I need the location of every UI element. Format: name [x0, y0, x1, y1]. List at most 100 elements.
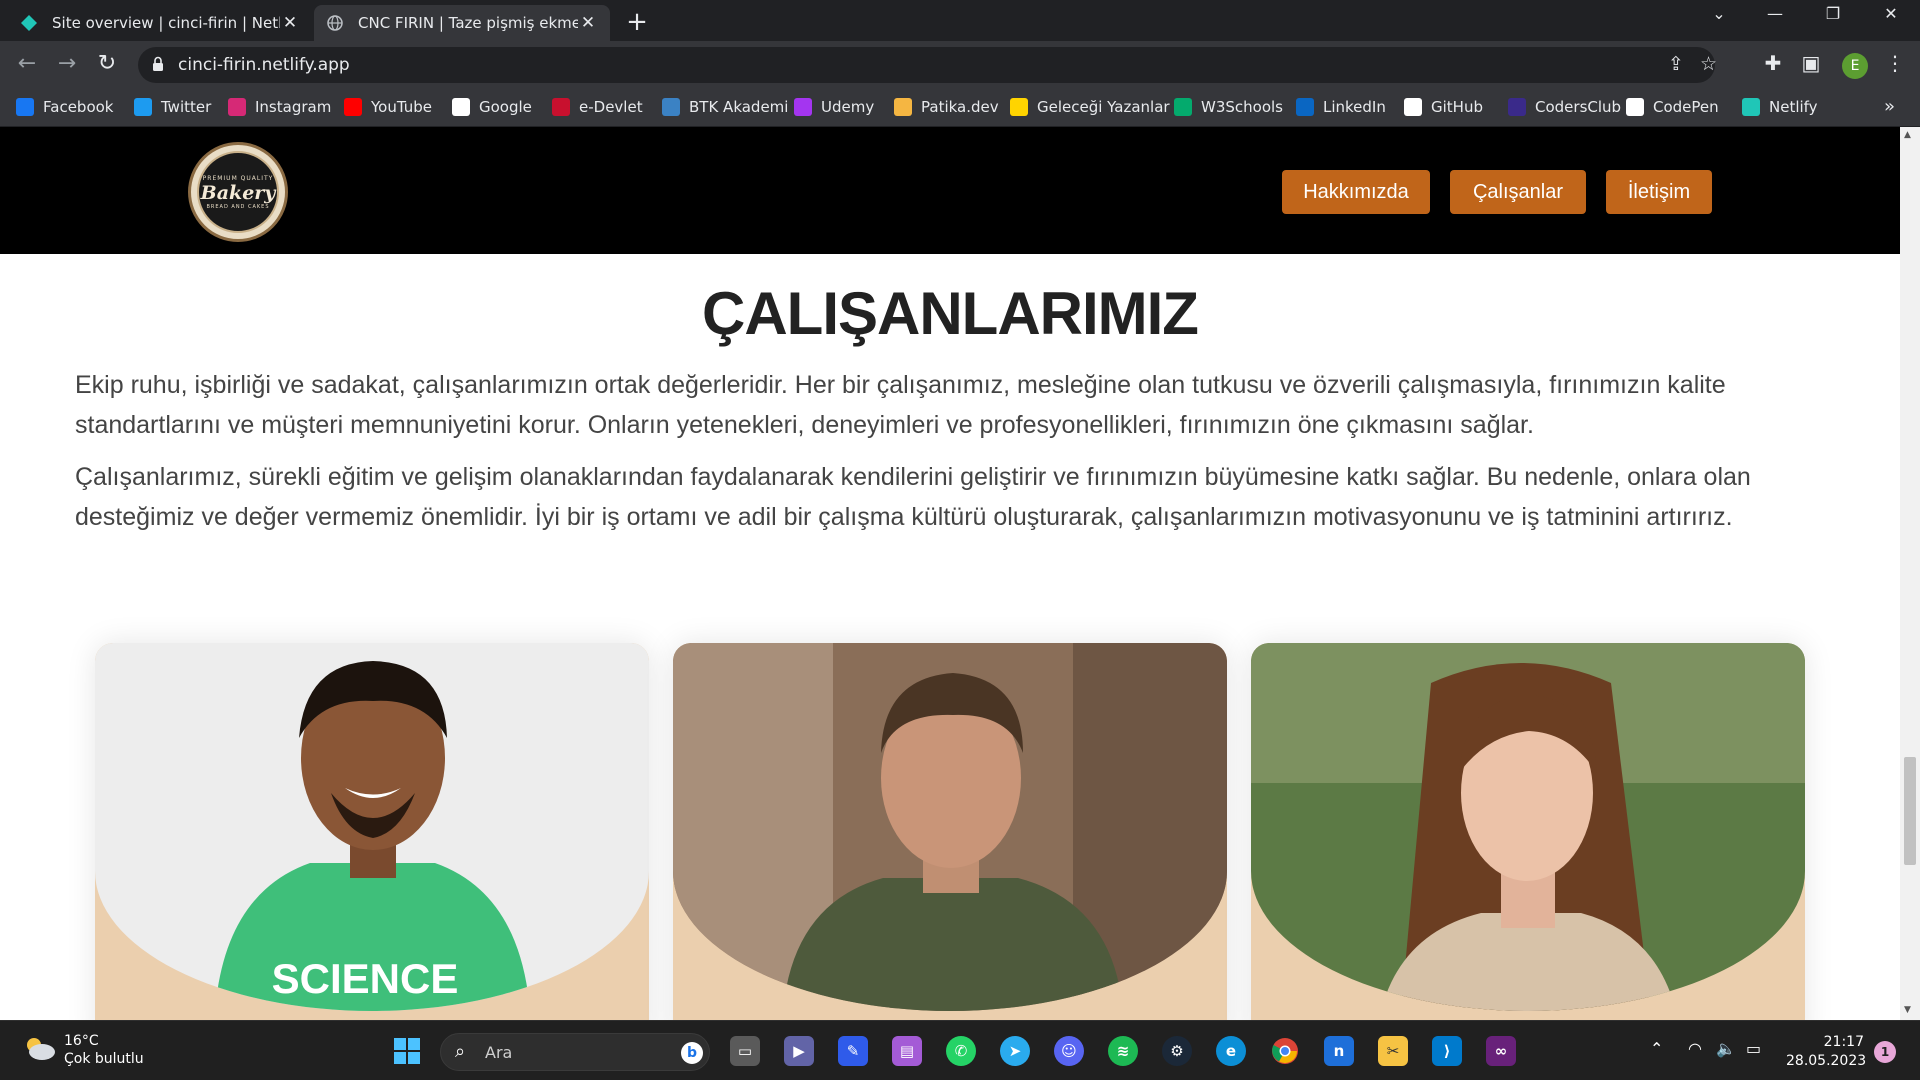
window-close-icon[interactable]: ✕ — [1876, 4, 1906, 23]
notion-n-icon[interactable]: n — [1324, 1036, 1354, 1066]
vscode-icon[interactable]: ⟩ — [1432, 1036, 1462, 1066]
bookmark-codersclub[interactable]: CodersClub — [1508, 98, 1621, 116]
edevlet-icon — [552, 98, 570, 116]
employee-card — [673, 643, 1227, 1020]
bookmark-netlify[interactable]: Netlify — [1742, 98, 1818, 116]
whatsapp-icon[interactable]: ✆ — [946, 1036, 976, 1066]
clock-time: 21:17 — [1823, 1034, 1864, 1050]
wifi-icon[interactable]: ◠ — [1688, 1039, 1702, 1058]
tab-cnc-firin[interactable]: CNC FIRIN | Taze pişmiş ekmekler ✕ — [314, 5, 610, 41]
bookmark-label: Netlify — [1769, 98, 1818, 116]
windows-taskbar: 16°C Çok bulutlu ⌕ Ara b ▭ ▶ ✎ ▤ ✆ ➤ ☺ ≋… — [0, 1020, 1920, 1080]
bookmark-google[interactable]: Google — [452, 98, 532, 116]
forward-icon[interactable]: → — [52, 51, 82, 76]
weather-widget[interactable]: 16°C Çok bulutlu — [22, 1032, 144, 1068]
facebook-icon — [16, 98, 34, 116]
chrome-icon[interactable] — [1270, 1036, 1300, 1066]
bookmark-label: YouTube — [371, 98, 432, 116]
page-viewport: PREMIUM QUALITY Bakery BREAD AND CAKES H… — [0, 127, 1920, 1020]
bookmark-youtube[interactable]: YouTube — [344, 98, 432, 116]
youtube-icon — [344, 98, 362, 116]
bookmark-udemy[interactable]: Udemy — [794, 98, 874, 116]
menu-dots-icon[interactable]: ⋮ — [1880, 51, 1910, 75]
bookmark-linkedin[interactable]: LinkedIn — [1296, 98, 1386, 116]
bookmark-label: Geleceği Yazanlar — [1037, 98, 1170, 116]
nav-employees-button[interactable]: Çalışanlar — [1450, 170, 1586, 214]
battery-icon[interactable]: ▭ — [1746, 1039, 1761, 1058]
scroll-down-icon[interactable]: ▼ — [1904, 1005, 1911, 1015]
close-tab-icon[interactable]: ✕ — [578, 13, 598, 33]
back-icon[interactable]: ← — [12, 51, 42, 76]
notepad-pen-icon[interactable]: ✎ — [838, 1036, 868, 1066]
bookmark-label: CodePen — [1653, 98, 1719, 116]
telegram-icon[interactable]: ➤ — [1000, 1036, 1030, 1066]
minimize-icon[interactable]: — — [1760, 4, 1790, 23]
bookmark-label: Patika.dev — [921, 98, 999, 116]
netlify-icon — [20, 14, 38, 32]
profile-avatar[interactable]: E — [1842, 53, 1868, 79]
tab-netlify-overview[interactable]: Site overview | cinci-firin | Netlify ✕ — [8, 5, 312, 41]
discord-icon[interactable]: ☺ — [1054, 1036, 1084, 1066]
bookmark-instagram[interactable]: Instagram — [228, 98, 331, 116]
extensions-icon[interactable]: ✚ — [1758, 51, 1788, 75]
share-icon[interactable]: ⇪ — [1668, 53, 1684, 75]
nav-contact-button[interactable]: İletişim — [1606, 170, 1712, 214]
tray-chevron-icon[interactable]: ⌃ — [1650, 1039, 1663, 1058]
bookmark-label: Instagram — [255, 98, 332, 116]
bookmark-w3schools[interactable]: W3Schools — [1174, 98, 1283, 116]
bing-icon[interactable]: b — [681, 1042, 703, 1064]
notification-badge[interactable]: 1 — [1874, 1041, 1896, 1063]
scroll-up-icon[interactable]: ▲ — [1904, 130, 1911, 140]
address-bar[interactable]: cinci-firin.netlify.app ⇪ ☆ — [138, 47, 1717, 83]
teams-icon[interactable]: ▶ — [784, 1036, 814, 1066]
bookmarks-bar: » Facebook Twitter Instagram YouTube Google e… — [0, 90, 1920, 127]
bookmark-btk[interactable]: BTK Akademi — [662, 98, 788, 116]
close-tab-icon[interactable]: ✕ — [280, 13, 300, 33]
bookmark-facebook[interactable]: Facebook — [16, 98, 113, 116]
bookmark-patika[interactable]: Patika.dev — [894, 98, 999, 116]
edge-icon[interactable]: e — [1216, 1036, 1246, 1066]
employee-photo — [673, 643, 1227, 1011]
system-clock[interactable]: 21:17 28.05.2023 — [1786, 1033, 1866, 1071]
scrollbar-thumb[interactable] — [1904, 757, 1916, 865]
reload-icon[interactable]: ↻ — [92, 51, 122, 76]
bookmark-star-icon[interactable]: ☆ — [1700, 53, 1717, 75]
linkedin-icon — [1296, 98, 1314, 116]
codepen-icon — [1626, 98, 1644, 116]
taskbar-search[interactable]: ⌕ Ara b — [440, 1033, 710, 1071]
task-view-icon[interactable]: ▭ — [730, 1036, 760, 1066]
restore-icon[interactable]: ❐ — [1818, 4, 1848, 23]
bookmark-codepen[interactable]: CodePen — [1626, 98, 1719, 116]
bookmark-gelecegi-yazanlar[interactable]: Geleceği Yazanlar — [1010, 98, 1170, 116]
steam-icon[interactable]: ⚙ — [1162, 1036, 1192, 1066]
weather-temperature: 16°C — [64, 1033, 99, 1049]
page-scrollbar[interactable]: ▲ ▼ — [1900, 127, 1920, 1020]
bookmark-label: Google — [479, 98, 532, 116]
windows-start-icon[interactable] — [392, 1036, 422, 1066]
bookmark-label: LinkedIn — [1323, 98, 1386, 116]
bookmark-github[interactable]: GitHub — [1404, 98, 1483, 116]
bookmark-label: Twitter — [161, 98, 212, 116]
spotify-icon[interactable]: ≋ — [1108, 1036, 1138, 1066]
bookmark-twitter[interactable]: Twitter — [134, 98, 211, 116]
bakery-logo[interactable]: PREMIUM QUALITY Bakery BREAD AND CAKES — [188, 142, 288, 242]
bookmark-edevlet[interactable]: e-Devlet — [552, 98, 643, 116]
site-header: PREMIUM QUALITY Bakery BREAD AND CAKES H… — [0, 127, 1900, 254]
cloudy-weather-icon — [22, 1035, 56, 1065]
shirt-text: SCIENCE — [272, 955, 459, 1002]
employee-photo: SCIENCE — [95, 643, 649, 1011]
tab-search-chevron-icon[interactable]: ⌄ — [1704, 4, 1734, 23]
new-tab-button[interactable]: + — [622, 7, 652, 37]
nav-about-button[interactable]: Hakkımızda — [1282, 170, 1430, 214]
visual-studio-icon[interactable]: ∞ — [1486, 1036, 1516, 1066]
logo-top-text: PREMIUM QUALITY — [202, 174, 274, 182]
volume-muted-icon[interactable]: 🔈 — [1716, 1039, 1736, 1058]
search-icon: ⌕ — [455, 1041, 466, 1062]
more-bookmarks-icon[interactable]: » — [1884, 96, 1895, 117]
search-placeholder: Ara — [485, 1043, 513, 1062]
clipchamp-icon[interactable]: ▤ — [892, 1036, 922, 1066]
side-panel-icon[interactable]: ▣ — [1796, 51, 1826, 75]
paint-icon[interactable]: ✂ — [1378, 1036, 1408, 1066]
url-text: cinci-firin.netlify.app — [178, 55, 350, 75]
patika-icon — [894, 98, 912, 116]
